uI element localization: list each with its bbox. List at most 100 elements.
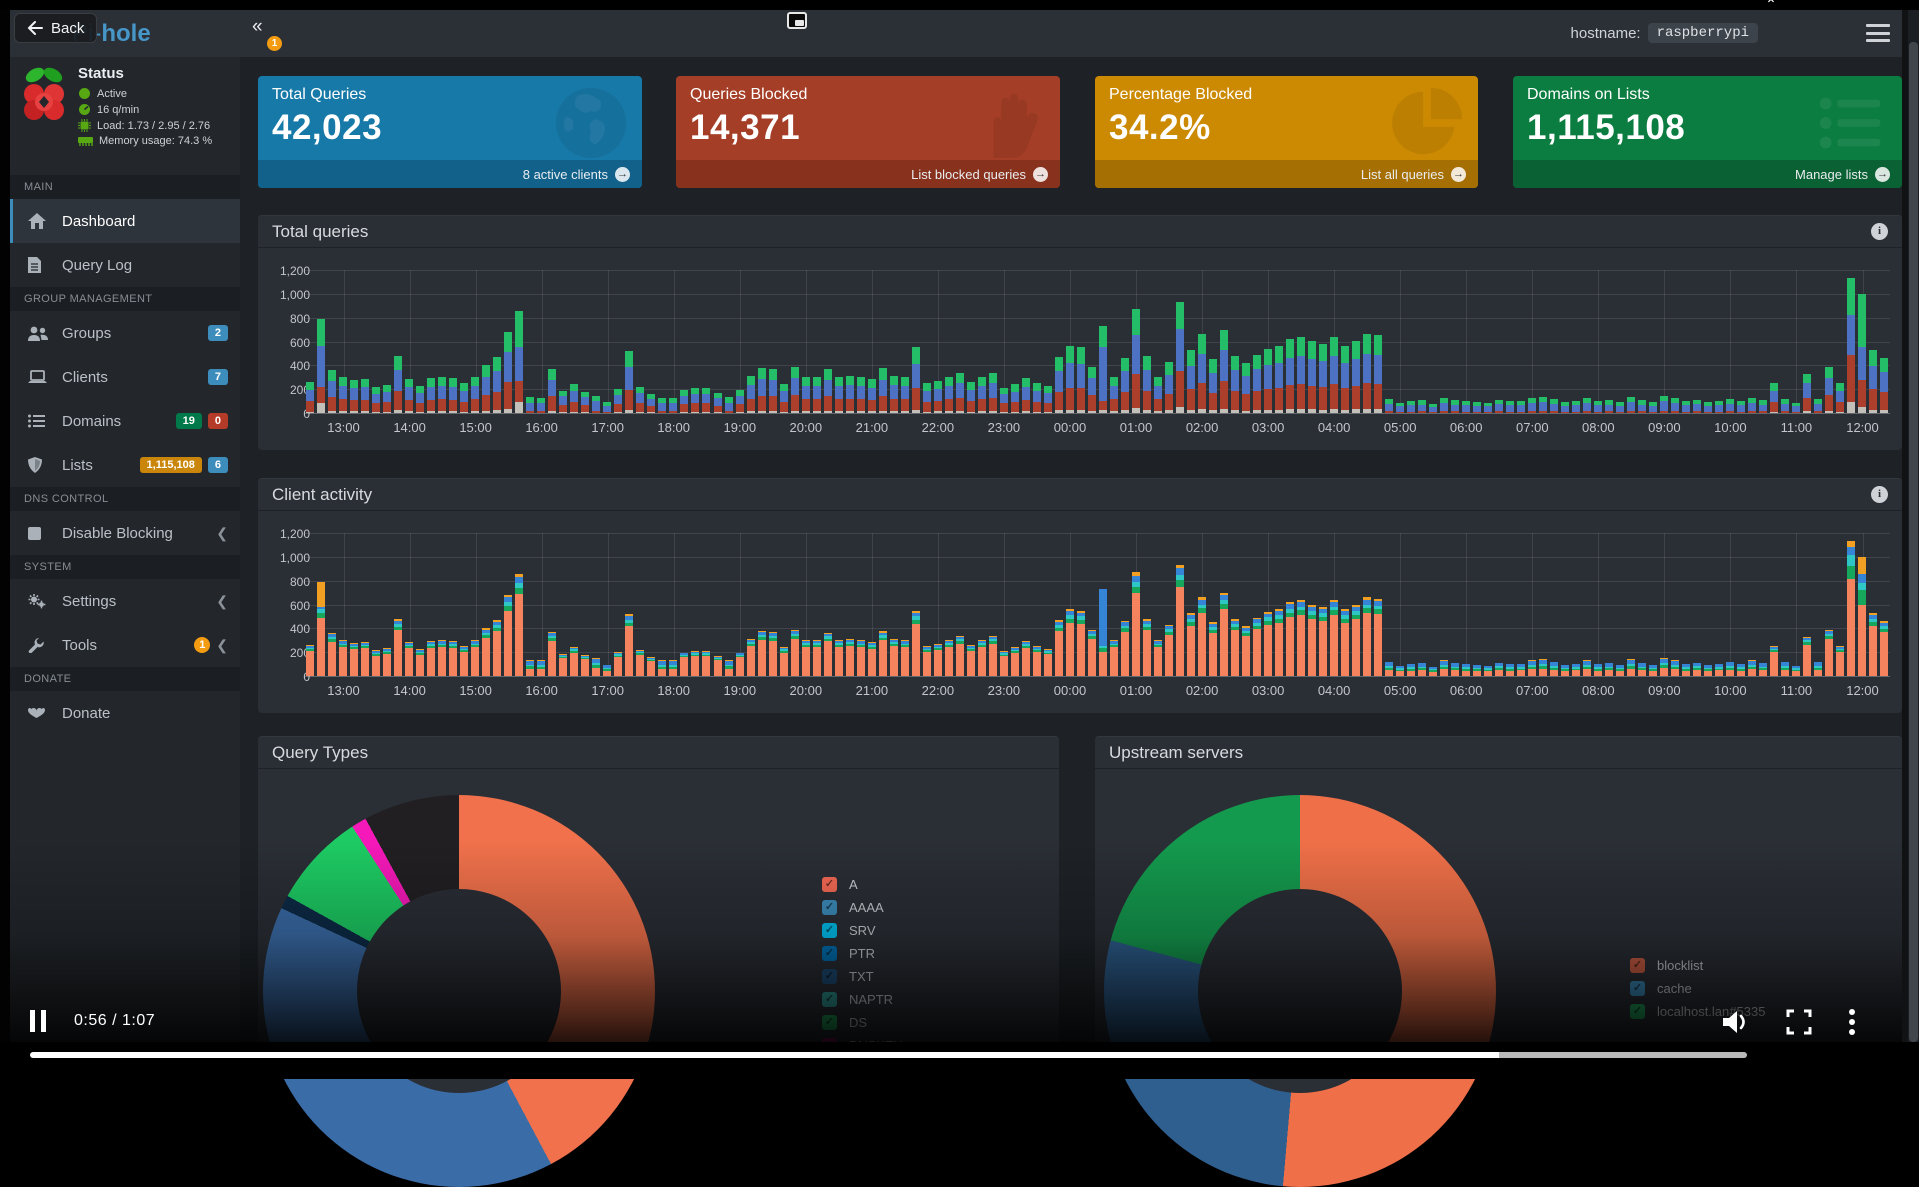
sidebar-item-lists[interactable]: Lists1,115,1086 [10,443,240,487]
stacked-bar[interactable] [1110,640,1118,676]
stacked-bar[interactable] [1671,660,1679,676]
stacked-bar[interactable] [680,653,688,676]
stacked-bar[interactable] [1198,334,1206,413]
stacked-bar[interactable] [1308,341,1316,413]
stacked-bar[interactable] [978,377,986,413]
stacked-bar[interactable] [1231,356,1239,413]
stacked-bar[interactable] [1660,658,1668,676]
stacked-bar[interactable] [647,657,655,676]
stacked-bar[interactable] [1352,341,1360,413]
stacked-bar[interactable] [1209,359,1217,413]
stacked-bar[interactable] [1154,377,1162,413]
stacked-bar[interactable] [383,648,391,676]
stacked-bar[interactable] [482,628,490,676]
back-button[interactable]: Back [14,13,97,43]
stacked-bar[interactable] [1748,398,1756,413]
stacked-bar[interactable] [989,636,997,676]
card-footer-link[interactable]: Manage lists→ [1513,160,1902,188]
stacked-bar[interactable] [691,388,699,413]
stacked-bar[interactable] [1528,398,1536,413]
stacked-bar[interactable] [1176,565,1184,676]
stacked-bar[interactable] [813,640,821,676]
stacked-bar[interactable] [1858,294,1866,413]
stacked-bar[interactable] [1198,597,1206,676]
stacked-bar[interactable] [405,642,413,676]
stacked-bar[interactable] [1044,386,1052,413]
stacked-bar[interactable] [471,640,479,676]
stacked-bar[interactable] [1506,664,1514,676]
stacked-bar[interactable] [879,631,887,676]
stacked-bar[interactable] [1539,659,1547,676]
stacked-bar[interactable] [1429,667,1437,676]
stacked-bar[interactable] [438,640,446,676]
sidebar-collapse-icon[interactable]: « [252,16,261,38]
stacked-bar[interactable] [658,398,666,413]
stacked-bar[interactable] [758,368,766,413]
info-icon[interactable]: i [1871,223,1888,240]
stacked-bar[interactable] [1836,646,1844,676]
stacked-bar[interactable] [1814,399,1822,413]
stacked-bar[interactable] [1022,641,1030,676]
stacked-bar[interactable] [625,351,633,413]
stacked-bar[interactable] [636,650,644,676]
stacked-bar[interactable] [901,640,909,676]
sidebar-item-settings[interactable]: Settings❮ [10,579,240,623]
stacked-bar[interactable] [361,379,369,413]
stacked-bar[interactable] [769,632,777,676]
stacked-bar[interactable] [1594,664,1602,676]
stacked-bar[interactable] [1616,665,1624,676]
picture-in-picture-icon[interactable] [787,12,807,29]
card-footer-link[interactable]: 8 active clients→ [258,160,642,188]
stacked-bar[interactable] [570,647,578,676]
stacked-bar[interactable] [747,376,755,413]
pause-button[interactable] [30,1010,48,1032]
stacked-bar[interactable] [1484,666,1492,676]
stacked-bar[interactable] [1561,665,1569,676]
stacked-bar[interactable] [1242,363,1250,413]
checkbox-checked-icon[interactable]: ✓ [822,969,837,984]
stacked-bar[interactable] [1836,383,1844,413]
stacked-bar[interactable] [1385,662,1393,676]
stacked-bar[interactable] [1110,377,1118,413]
stacked-bar[interactable] [714,656,722,676]
stacked-bar[interactable] [846,376,854,413]
stacked-bar[interactable] [1803,637,1811,676]
sidebar-item-clients[interactable]: Clients7 [10,355,240,399]
stacked-bar[interactable] [1165,362,1173,413]
stacked-bar[interactable] [416,386,424,413]
stacked-bar[interactable] [1165,625,1173,676]
stacked-bar[interactable] [1759,663,1767,676]
stacked-bar[interactable] [1253,618,1261,676]
stacked-bar[interactable] [1033,383,1041,413]
stacked-bar[interactable] [747,639,755,676]
sidebar-item-dashboard[interactable]: Dashboard [10,199,240,243]
legend-item[interactable]: ✓TXT [822,965,902,988]
stacked-bar[interactable] [1671,398,1679,413]
stacked-bar[interactable] [394,619,402,676]
stacked-bar[interactable] [339,377,347,413]
stacked-bar[interactable] [1572,664,1580,676]
stacked-bar[interactable] [416,649,424,676]
stacked-bar[interactable] [1429,404,1437,413]
stacked-bar[interactable] [460,383,468,413]
stacked-bar[interactable] [868,379,876,413]
stacked-bar[interactable] [548,632,556,676]
legend-item[interactable]: ✓NAPTR [822,988,902,1011]
stacked-bar[interactable] [857,377,865,413]
stacked-bar[interactable] [1011,384,1019,413]
stacked-bar[interactable] [1792,403,1800,413]
video-progress-bar[interactable] [30,1052,1890,1058]
stacked-bar[interactable] [559,391,567,413]
stacked-bar[interactable] [1374,599,1382,676]
stacked-bar[interactable] [1726,662,1734,676]
stacked-bar[interactable] [1660,396,1668,413]
stacked-bar[interactable] [1121,358,1129,413]
stacked-bar[interactable] [1561,402,1569,413]
stacked-bar[interactable] [1396,403,1404,413]
stacked-bar[interactable] [317,582,325,676]
stacked-bar[interactable] [427,378,435,413]
stacked-bar[interactable] [1693,400,1701,413]
stacked-bar[interactable] [559,654,567,676]
stacked-bar[interactable] [1781,662,1789,676]
stacked-bar[interactable] [1143,356,1151,413]
